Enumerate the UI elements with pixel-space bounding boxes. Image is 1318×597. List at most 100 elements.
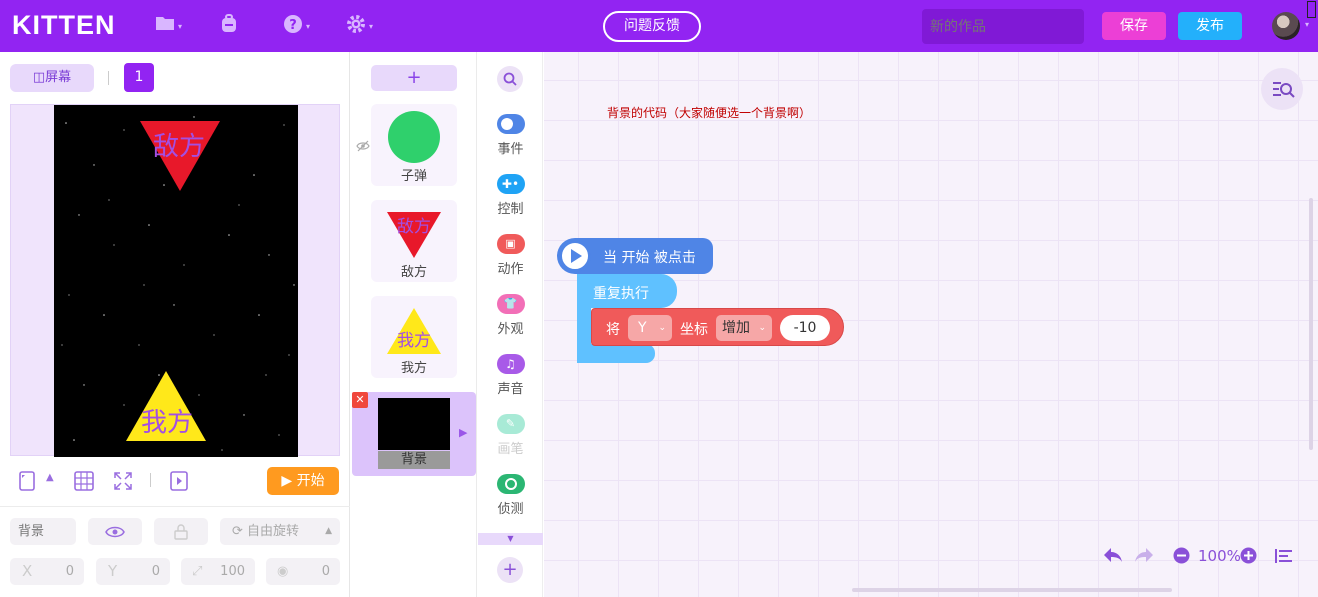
background-name: 背景 xyxy=(378,451,450,469)
play-icon: ▶ xyxy=(281,473,293,489)
gamepad-icon: ✚• xyxy=(496,174,525,194)
folder-icon[interactable]: ▾ xyxy=(155,14,182,38)
when-start-clicked-block[interactable]: 当 开始 被点击 xyxy=(557,238,713,274)
rotation-mode-select[interactable]: ⟳ 自由旋转 ▲ xyxy=(220,518,340,545)
axis-dropdown[interactable]: Y ⌄ xyxy=(628,315,672,341)
code-comment[interactable]: 背景的代码（大家随便选一个背景啊） xyxy=(607,104,811,121)
repeat-forever-block[interactable]: 重复执行 xyxy=(577,274,677,308)
stage-canvas[interactable]: 敌方 我方 xyxy=(54,105,298,457)
svg-text:?: ? xyxy=(289,18,297,33)
feedback-button[interactable]: 问题反馈 xyxy=(603,11,701,42)
sprite-list-panel: + 子弹 敌方 敌方 我方 我方 背景 ▶ xyxy=(351,52,477,597)
sprite-card-player[interactable]: 我方 我方 xyxy=(371,296,457,378)
play-preview-icon[interactable] xyxy=(170,471,188,495)
block-category-panel: 事件 ✚• 控制 ▣ 动作 👕 外观 ♫ 声音 ✎ 画笔 侦测 ▼ + xyxy=(478,52,543,597)
zoom-out-icon[interactable] xyxy=(1173,547,1190,564)
search-list-icon xyxy=(1273,82,1295,98)
resize-icon: ⤢ xyxy=(192,564,203,579)
lock-icon xyxy=(174,524,188,540)
sprite-name: 我方 xyxy=(400,361,427,376)
save-button[interactable]: 保存 xyxy=(1102,12,1166,40)
chevron-down-icon: ⌄ xyxy=(758,323,766,333)
lock-toggle[interactable] xyxy=(154,518,208,545)
sprite-name: 敌方 xyxy=(400,265,427,280)
publish-button[interactable]: 发布 xyxy=(1178,12,1242,40)
pen-icon: ✎ xyxy=(496,414,525,434)
category-sensing[interactable]: 侦测 xyxy=(478,474,543,517)
gear-icon[interactable]: ▾ xyxy=(346,14,373,38)
value-input[interactable]: -10 xyxy=(780,315,830,341)
delete-icon[interactable]: ✕ xyxy=(352,392,368,408)
divider xyxy=(0,506,350,507)
direction-field[interactable]: ◉ 0 xyxy=(266,558,340,585)
horizontal-scrollbar[interactable] xyxy=(852,588,1172,592)
phone-frame-icon[interactable] xyxy=(18,471,36,495)
work-name-input[interactable] xyxy=(922,9,1084,44)
category-looks[interactable]: 👕 外观 xyxy=(478,294,543,337)
y-field[interactable]: Y 0 xyxy=(96,558,170,585)
chevron-right-icon[interactable]: ▶ xyxy=(459,426,467,439)
sprite-card-enemy[interactable]: 敌方 敌方 xyxy=(371,200,457,282)
search-code-button[interactable] xyxy=(1261,68,1303,110)
music-note-icon: ♫ xyxy=(496,354,525,374)
help-icon[interactable]: ? ▾ xyxy=(283,14,310,38)
repeat-block-end xyxy=(577,344,655,363)
code-workspace[interactable]: 背景的代码（大家随便选一个背景啊） 当 开始 被点击 重复执行 将 Y ⌄ 坐标… xyxy=(544,52,1318,597)
top-bar: KITTEN ▾ ? ▾ ▾ 问题反馈 保存 发布 ▾ xyxy=(0,0,1318,52)
stage-panel: ◫屏幕 1 敌方 我方 ▲ ▶ 开始 背景 ⟳ 自由旋转 ▲ X 0 Y 0 ⤢… xyxy=(0,52,350,597)
operation-dropdown[interactable]: 增加 ⌄ xyxy=(716,315,772,341)
stage-toolbar: ▲ ▶ 开始 xyxy=(0,466,350,502)
chevron-up-icon: ▲ xyxy=(325,526,332,536)
sprite-name: 子弹 xyxy=(400,169,427,184)
divider xyxy=(108,71,109,85)
player-sprite-label: 我方 xyxy=(141,408,194,438)
avatar[interactable] xyxy=(1272,12,1300,40)
toggle-icon xyxy=(496,114,525,134)
sensor-icon xyxy=(496,474,525,494)
screen-button[interactable]: ◫屏幕 xyxy=(10,64,94,92)
play-icon xyxy=(559,240,591,272)
undo-icon[interactable] xyxy=(1102,546,1124,564)
change-coordinate-block[interactable]: 将 Y ⌄ 坐标 增加 ⌄ -10 xyxy=(591,308,844,346)
category-events[interactable]: 事件 xyxy=(478,114,543,157)
screen-page-number[interactable]: 1 xyxy=(124,63,154,92)
start-button[interactable]: ▶ 开始 xyxy=(267,467,339,495)
x-field[interactable]: X 0 xyxy=(10,558,84,585)
fullscreen-icon[interactable] xyxy=(113,471,133,495)
chevron-down-icon[interactable]: ▾ xyxy=(1305,20,1309,29)
search-blocks-button[interactable] xyxy=(497,66,523,92)
add-sprite-button[interactable]: + xyxy=(371,65,457,91)
redo-icon[interactable] xyxy=(1133,546,1155,564)
search-icon xyxy=(503,72,517,86)
divider xyxy=(150,473,151,487)
category-control[interactable]: ✚• 控制 xyxy=(478,174,543,217)
rotate-icon: ⟳ xyxy=(232,524,243,539)
more-categories-button[interactable]: ▼ xyxy=(478,533,543,545)
arrange-blocks-icon[interactable] xyxy=(1274,548,1294,564)
hidden-eye-icon[interactable] xyxy=(356,140,370,155)
zoom-in-icon[interactable] xyxy=(1240,547,1257,564)
chevron-up-icon[interactable]: ▲ xyxy=(46,472,54,483)
category-sound[interactable]: ♫ 声音 xyxy=(478,354,543,397)
grid-icon[interactable] xyxy=(74,471,94,495)
zoom-level: 100% xyxy=(1198,547,1241,565)
visibility-toggle[interactable] xyxy=(88,518,142,545)
category-pen[interactable]: ✎ 画笔 xyxy=(478,414,543,457)
backpack-icon[interactable] xyxy=(219,14,239,38)
size-field[interactable]: ⤢ 100 xyxy=(181,558,255,585)
robot-icon: ▣ xyxy=(496,234,525,254)
direction-icon: ◉ xyxy=(277,564,289,579)
vertical-scrollbar[interactable] xyxy=(1309,198,1313,450)
bullet-thumbnail xyxy=(388,111,440,163)
background-thumbnail xyxy=(378,398,450,450)
chevron-down-icon: ⌄ xyxy=(658,323,666,333)
window-scroll-indicator xyxy=(1307,1,1316,18)
enemy-sprite-label: 敌方 xyxy=(153,132,206,162)
category-motion[interactable]: ▣ 动作 xyxy=(478,234,543,277)
screen-icon: ◫ xyxy=(32,70,46,85)
background-card[interactable]: 背景 ▶ xyxy=(352,392,476,476)
sprite-card-bullet[interactable]: 子弹 xyxy=(371,104,457,186)
sprite-name-field[interactable]: 背景 xyxy=(10,518,76,545)
add-extension-button[interactable]: + xyxy=(497,557,523,583)
kitten-logo[interactable]: KITTEN xyxy=(12,10,116,41)
